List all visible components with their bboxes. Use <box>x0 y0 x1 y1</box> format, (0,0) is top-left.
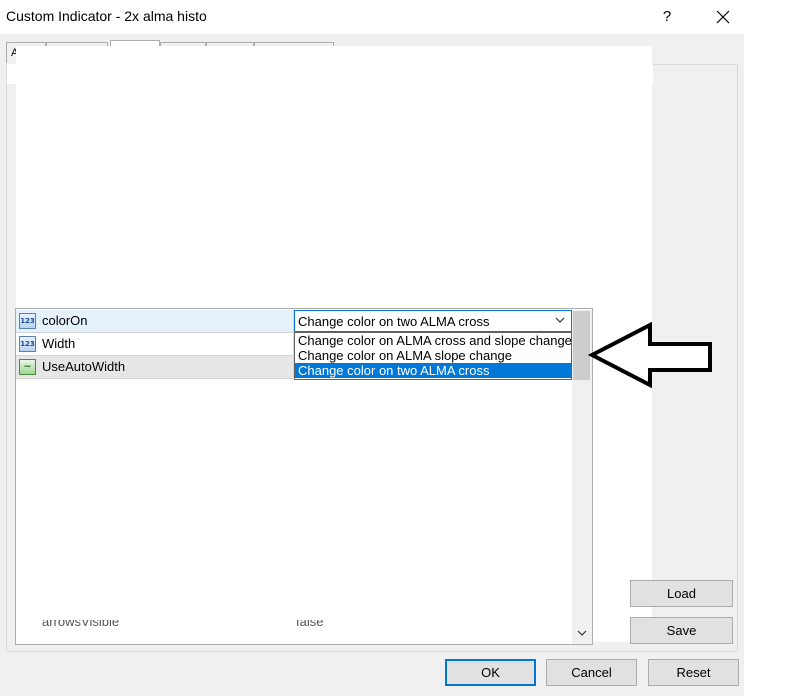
window-title: Custom Indicator - 2x alma histo <box>6 8 207 24</box>
name-cell: ~ UseAutoWidth <box>16 356 294 378</box>
coloron-select[interactable]: Change color on two ALMA cross <box>294 310 572 332</box>
reset-button[interactable]: Reset <box>648 659 739 686</box>
title-bar: Custom Indicator - 2x alma histo ? <box>0 0 800 34</box>
number-icon: 123 <box>19 313 36 329</box>
grid-row-arrowsvisible[interactable]: arrowsVisible false <box>16 620 572 644</box>
coloron-dropdown-list: Change color on ALMA cross and slope cha… <box>294 332 572 380</box>
param-name: colorOn <box>42 313 88 328</box>
name-cell: 123 Width <box>16 333 294 355</box>
load-button[interactable]: Load <box>630 580 733 607</box>
close-button[interactable] <box>706 4 740 30</box>
dropdown-option[interactable]: Change color on ALMA slope change <box>295 348 571 363</box>
left-arrow-annotation-icon <box>588 322 712 388</box>
param-name: Width <box>42 336 76 351</box>
cancel-button[interactable]: Cancel <box>546 659 637 686</box>
help-button[interactable]: ? <box>652 4 682 30</box>
panel-background-strip <box>7 64 653 84</box>
param-name: UseAutoWidth <box>42 359 126 374</box>
ok-button[interactable]: OK <box>445 659 536 686</box>
scroll-down-arrow-icon[interactable] <box>572 624 592 644</box>
close-icon <box>716 10 730 24</box>
number-icon: 123 <box>19 336 36 352</box>
chevron-down-icon <box>553 313 567 329</box>
dropdown-option-selected[interactable]: Change color on two ALMA cross <box>295 363 571 378</box>
param-value: false <box>296 620 324 629</box>
param-name: arrowsVisible <box>42 620 120 629</box>
save-button[interactable]: Save <box>630 617 733 644</box>
select-value: Change color on two ALMA cross <box>298 314 490 329</box>
dropdown-option[interactable]: Change color on ALMA cross and slope cha… <box>295 333 572 348</box>
graph-icon: ~ <box>19 359 36 375</box>
name-cell: 123 colorOn <box>16 310 294 332</box>
